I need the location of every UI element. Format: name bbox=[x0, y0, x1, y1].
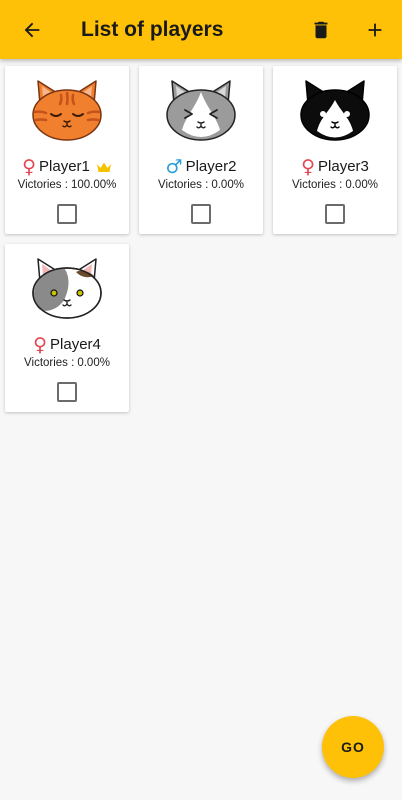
player-select-checkbox[interactable] bbox=[191, 204, 211, 224]
victories-text: Victories : 100.00% bbox=[5, 179, 129, 195]
female-icon: ♀ bbox=[22, 156, 37, 178]
calico-cat-icon bbox=[32, 258, 102, 319]
player-name-row: ♀ Player4 bbox=[5, 334, 129, 356]
orange-tabby-cat-icon bbox=[32, 80, 102, 141]
arrow-left-icon bbox=[24, 22, 40, 37]
victories-value: 0.00% bbox=[211, 179, 244, 191]
player-name-row: ♀ Player1 bbox=[5, 156, 129, 178]
player-select-checkbox[interactable] bbox=[57, 382, 77, 402]
delete-button[interactable] bbox=[297, 0, 345, 59]
victories-label: Victories : bbox=[24, 357, 75, 369]
victories-label: Victories : bbox=[17, 179, 68, 191]
victories-text: Victories : 0.00% bbox=[273, 179, 397, 195]
victories-value: 100.00% bbox=[70, 179, 117, 191]
back-button[interactable] bbox=[8, 0, 56, 59]
victories-label: Victories : bbox=[158, 179, 209, 191]
female-icon: ♀ bbox=[301, 156, 316, 178]
female-icon: ♀ bbox=[33, 334, 48, 356]
player-card[interactable]: ♀ Player4 Victories : 0.00% bbox=[5, 244, 129, 412]
player-card[interactable]: ♀ Player1 Victories : 100.00% bbox=[5, 66, 129, 234]
victories-label: Victories : bbox=[292, 179, 343, 191]
victories-value: 0.00% bbox=[345, 179, 378, 191]
victories-text: Victories : 0.00% bbox=[139, 179, 263, 195]
plus-icon bbox=[368, 23, 382, 36]
add-player-button[interactable] bbox=[351, 0, 399, 59]
player-name-row: ♀ Player3 bbox=[273, 156, 397, 178]
player-name: Player4 bbox=[50, 336, 101, 353]
trash-icon bbox=[314, 21, 328, 38]
player-name: Player3 bbox=[318, 158, 369, 175]
app-bar: List of players bbox=[0, 0, 402, 59]
male-icon: ♂ bbox=[165, 156, 183, 178]
player-select-checkbox[interactable] bbox=[57, 204, 77, 224]
player-select-checkbox[interactable] bbox=[325, 204, 345, 224]
page-title: List of players bbox=[81, 18, 224, 41]
go-button[interactable]: GO bbox=[322, 716, 384, 778]
crown-icon bbox=[96, 161, 112, 173]
grey-white-cat-icon bbox=[166, 80, 236, 141]
player-name: Player1 bbox=[39, 158, 90, 175]
player-name: Player2 bbox=[185, 158, 237, 175]
player-card[interactable]: ♂ Player2 Victories : 0.00% bbox=[139, 66, 263, 234]
player-name-row: ♂ Player2 bbox=[139, 156, 263, 178]
player-card[interactable]: ♀ Player3 Victories : 0.00% bbox=[273, 66, 397, 234]
victories-text: Victories : 0.00% bbox=[5, 357, 129, 373]
victories-value: 0.00% bbox=[77, 357, 110, 369]
black-white-cat-icon bbox=[300, 80, 370, 141]
